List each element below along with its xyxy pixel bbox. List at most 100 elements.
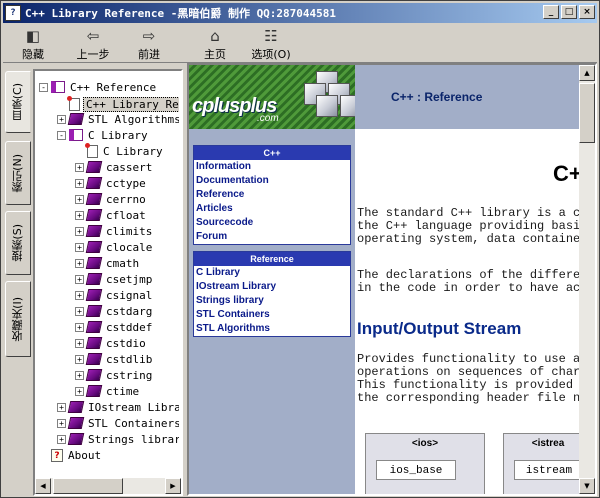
minimize-button[interactable]: _	[543, 5, 559, 19]
closed-book-icon	[67, 417, 85, 429]
tree-item[interactable]: ? About	[39, 447, 103, 463]
tree-item[interactable]: C Library	[75, 142, 165, 159]
maximize-button[interactable]: □	[561, 5, 577, 19]
options-button[interactable]: ☷ 选项(O)	[245, 25, 297, 63]
tree-item[interactable]: + cfloat	[75, 207, 148, 223]
tree-item[interactable]: + cctype	[75, 175, 148, 191]
window-help-icon: ?	[5, 5, 21, 21]
nav-link[interactable]: STL Algorithms	[194, 322, 350, 336]
tree-item[interactable]: + csetjmp	[75, 271, 154, 287]
tree-item[interactable]: - C Library	[57, 127, 150, 143]
expand-icon[interactable]: +	[57, 402, 66, 412]
tab-index[interactable]: 索引(N)	[5, 141, 31, 205]
tree-item[interactable]: + IOstream Library	[57, 399, 179, 415]
diagram-istream[interactable]: istream	[514, 460, 579, 480]
collapse-icon[interactable]: -	[39, 82, 48, 92]
tree-item[interactable]: + csignal	[75, 287, 154, 303]
tree-item[interactable]: + cstring	[75, 367, 154, 383]
scroll-right-icon[interactable]: ▶	[165, 478, 181, 494]
expand-icon[interactable]: +	[75, 162, 84, 172]
home-button[interactable]: ⌂ 主页	[189, 25, 241, 63]
scroll-thumb[interactable]	[53, 478, 123, 494]
tab-favorites[interactable]: 收藏夹(I)	[5, 281, 31, 357]
tree-item[interactable]: C++ Library Reference	[57, 95, 179, 112]
tree-item[interactable]: - C++ Reference	[39, 79, 158, 95]
nav-link[interactable]: Articles	[194, 202, 350, 216]
tree-item[interactable]: + ctime	[75, 383, 141, 399]
expand-icon[interactable]: +	[75, 242, 84, 252]
expand-icon[interactable]: +	[75, 386, 84, 396]
hide-button[interactable]: ◧ 隐藏	[7, 25, 59, 63]
expand-icon[interactable]: +	[75, 274, 84, 284]
expand-icon[interactable]: +	[57, 434, 66, 444]
closed-book-icon	[85, 177, 103, 189]
nav-link[interactable]: STL Containers	[194, 308, 350, 322]
tree-item[interactable]: + climits	[75, 223, 154, 239]
expand-icon[interactable]: +	[75, 226, 84, 236]
closed-book-icon	[85, 225, 103, 237]
tree-item-label: cstddef	[106, 320, 153, 334]
tree-item-label: C Library	[88, 128, 148, 142]
nav-link[interactable]: Information	[194, 160, 350, 174]
back-button[interactable]: ⇦ 上一步	[67, 25, 119, 63]
cplusplus-logo[interactable]: cplusplus .com	[189, 65, 355, 129]
nav-link[interactable]: Sourcecode	[194, 216, 350, 230]
home-icon: ⌂	[210, 26, 220, 45]
diagram-ios-base[interactable]: ios_base	[376, 460, 456, 480]
expand-icon[interactable]: +	[75, 290, 84, 300]
expand-icon[interactable]: +	[75, 178, 84, 188]
tree-item[interactable]: + cstdlib	[75, 351, 154, 367]
expand-icon[interactable]: +	[57, 114, 66, 124]
nav-link[interactable]: C Library	[194, 266, 350, 280]
nav-link[interactable]: Documentation	[194, 174, 350, 188]
scroll-left-icon[interactable]: ◀	[35, 478, 51, 494]
closed-book-icon	[85, 353, 103, 365]
tree-item[interactable]: + cassert	[75, 159, 154, 175]
tree-item-label: STL Algorithms	[88, 112, 179, 126]
tree-item[interactable]: + cstdarg	[75, 303, 154, 319]
expand-icon[interactable]: +	[57, 418, 66, 428]
expand-icon[interactable]: +	[75, 354, 84, 364]
contents-tree[interactable]: - C++ Reference C++ Library Reference + STL …	[33, 69, 183, 496]
window-title: C++ Library Reference -黑暗伯爵 制作 QQ:287044…	[25, 7, 337, 20]
expand-icon[interactable]: +	[75, 210, 84, 220]
toolbar: ◧ 隐藏 ⇦ 上一步 ⇨ 前进 ⌂ 主页 ☷ 选项(O)	[3, 25, 597, 63]
logo-cubes	[294, 67, 355, 127]
collapse-icon[interactable]: -	[57, 130, 66, 140]
site-nav: C++ Information Documentation Reference Art…	[189, 129, 355, 494]
tree-item[interactable]: + cmath	[75, 255, 141, 271]
diagram-ios-box: <ios> ios_base	[365, 433, 485, 494]
expand-icon[interactable]: +	[75, 194, 84, 204]
scroll-thumb-vertical[interactable]	[579, 83, 595, 143]
tree-horizontal-scrollbar[interactable]: ◀ ▶	[35, 478, 181, 494]
nav-link[interactable]: Forum	[194, 230, 350, 244]
article: C+ The standard C++ library is a collec …	[355, 129, 579, 494]
tree-item-label: cassert	[106, 160, 153, 174]
tab-search[interactable]: 搜索(S)	[5, 211, 31, 275]
tree-item[interactable]: + Strings library	[57, 431, 179, 447]
closed-book-icon	[85, 257, 103, 269]
expand-icon[interactable]: +	[75, 306, 84, 316]
scroll-down-icon[interactable]: ▼	[579, 478, 595, 494]
nav-link[interactable]: Reference	[194, 188, 350, 202]
tree-item[interactable]: + cstdio	[75, 335, 148, 351]
scroll-up-icon[interactable]: ▲	[579, 65, 595, 81]
title-bar[interactable]: ? C++ Library Reference -黑暗伯爵 制作 QQ:2870…	[3, 3, 597, 23]
tab-contents[interactable]: 目录(C)	[5, 71, 31, 133]
tree-item[interactable]: + STL Containers	[57, 415, 179, 431]
expand-icon[interactable]: +	[75, 258, 84, 268]
nav-link[interactable]: IOstream Library	[194, 280, 350, 294]
tree-item[interactable]: + cstddef	[75, 319, 154, 335]
close-button[interactable]: ×	[579, 5, 595, 19]
forward-button[interactable]: ⇨ 前进	[123, 25, 175, 63]
tree-item-label: ctime	[106, 384, 140, 398]
expand-icon[interactable]: +	[75, 370, 84, 380]
expand-icon[interactable]: +	[75, 322, 84, 332]
content-vertical-scrollbar[interactable]: ▲ ▼	[579, 65, 595, 494]
tree-item[interactable]: + cerrno	[75, 191, 148, 207]
tree-item[interactable]: + clocale	[75, 239, 154, 255]
nav-link[interactable]: Strings library	[194, 294, 350, 308]
tree-item-label: cstdio	[106, 336, 146, 350]
expand-icon[interactable]: +	[75, 338, 84, 348]
tree-item[interactable]: + STL Algorithms	[57, 111, 179, 127]
